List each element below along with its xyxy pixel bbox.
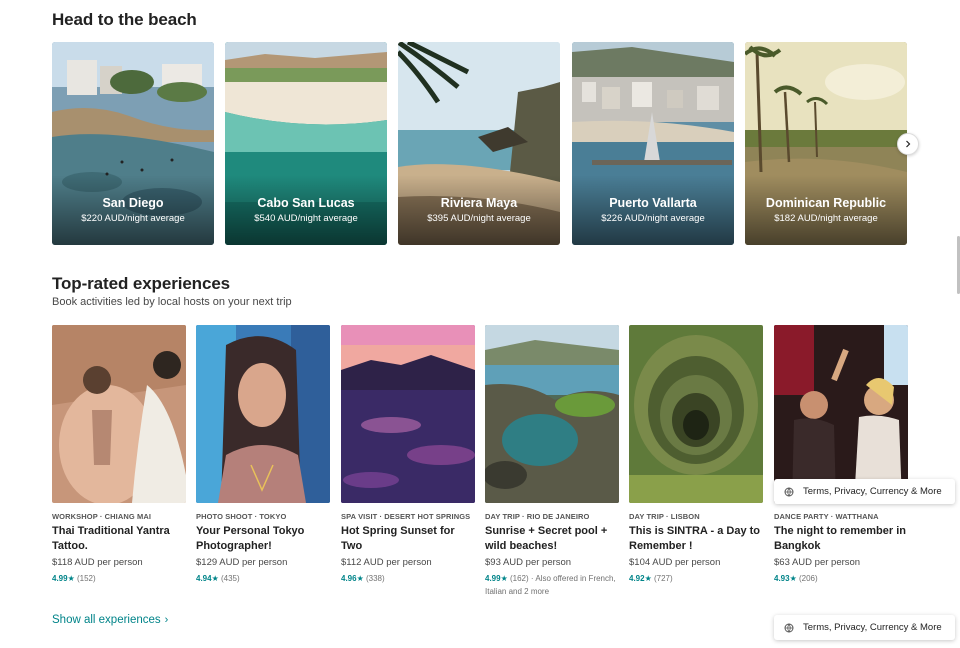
rating-count: (727) [653,574,673,583]
experience-photo [196,325,330,503]
experience-rating: 4.99★ (162) · Also offered in French, It… [485,572,619,598]
experience-card-hot-spring-sunset[interactable]: SPA VISIT · DESERT HOT SPRINGS Hot Sprin… [341,325,475,585]
rating-count: (162) [509,574,529,583]
beach-card-riviera-maya[interactable]: Riviera Maya $395 AUD/night average [398,42,560,245]
carousel-next-button[interactable] [897,133,919,155]
rating-score: 4.99 [485,574,501,583]
experience-category: DAY TRIP · RIO DE JANEIRO [485,512,590,521]
experiences-section-subtitle: Book activities led by local hosts on yo… [52,296,292,308]
experience-category: DANCE PARTY · WATTHANA [774,512,879,521]
beach-card-price: $395 AUD/night average [427,213,531,224]
experience-title: Sunrise + Secret pool + wild beaches! [485,525,608,552]
experience-photo [341,325,475,503]
rating-score: 4.92 [629,574,645,583]
beach-card-name: Cabo San Lucas [257,196,355,210]
show-all-label: Show all experiences [52,614,161,626]
rating-count: (152) [76,574,96,583]
beach-card-name: San Diego [102,196,164,210]
rating-score: 4.94 [196,574,212,583]
rating-score: 4.99 [52,574,68,583]
beach-card-name: Dominican Republic [765,196,887,210]
experience-photo [485,325,619,503]
experience-title: The night to remember in Bangkok [774,525,907,552]
beach-card-cabo-san-lucas[interactable]: Cabo San Lucas $540 AUD/night average [225,42,387,245]
chevron-right-icon [906,140,911,148]
experience-card-secret-pool[interactable]: DAY TRIP · RIO DE JANEIRO Sunrise + Secr… [485,325,619,598]
beach-card-price: $182 AUD/night average [774,213,878,224]
experience-price: $112 AUD per person [341,557,432,568]
globe-icon [784,487,794,496]
star-icon: ★ [356,574,364,583]
star-icon: ★ [789,574,797,583]
experience-category: PHOTO SHOOT · TOKYO [196,512,287,521]
star-icon: ★ [644,574,652,583]
footer-terms-button[interactable]: Terms, Privacy, Currency & More [774,479,955,504]
experience-price: $104 AUD per person [629,557,721,568]
chevron-right-icon: › [164,614,169,626]
experience-title: This is SINTRA - a Day to Remember ! [629,525,761,552]
star-icon: ★ [500,574,508,583]
experience-category: WORKSHOP · CHIANG MAI [52,512,152,521]
beach-card-puerto-vallarta[interactable]: Puerto Vallarta $226 AUD/night average [572,42,734,245]
experience-price: $93 AUD per person [485,557,572,568]
experience-rating: 4.96★ (338) [341,572,475,585]
footer-terms-label: Terms, Privacy, Currency & More [803,486,942,497]
beach-card-dominican-republic[interactable]: Dominican Republic $182 AUD/night averag… [745,42,907,245]
experience-card-sintra[interactable]: DAY TRIP · LISBON This is SINTRA - a Day… [629,325,763,585]
experience-price: $118 AUD per person [52,557,143,568]
experience-price: $129 AUD per person [196,557,288,568]
experience-photo [629,325,763,503]
experience-rating: 4.99★ (152) [52,572,186,585]
experience-photo [52,325,186,503]
star-icon: ★ [67,574,75,583]
experience-photo [774,325,908,503]
experience-title: Hot Spring Sunset for Two [341,525,455,552]
show-all-experiences-link[interactable]: Show all experiences › [52,614,168,626]
experience-rating: 4.94★ (435) [196,572,330,585]
experience-category: SPA VISIT · DESERT HOT SPRINGS [341,512,471,521]
rating-count: (338) [365,574,385,583]
footer-terms-label: Terms, Privacy, Currency & More [803,622,942,633]
experience-card-bangkok-night[interactable]: DANCE PARTY · WATTHANA The night to reme… [774,325,908,585]
star-icon: ★ [211,574,219,583]
experience-price: $63 AUD per person [774,557,861,568]
experience-card-tokyo-photographer[interactable]: PHOTO SHOOT · TOKYO Your Personal Tokyo … [196,325,330,585]
experience-rating: 4.93★ (206) [774,572,908,585]
footer-terms-button[interactable]: Terms, Privacy, Currency & More [774,615,955,640]
beach-card-price: $226 AUD/night average [601,213,705,224]
rating-score: 4.96 [341,574,357,583]
experience-card-yantra-tattoo[interactable]: WORKSHOP · CHIANG MAI Thai Traditional Y… [52,325,186,585]
experiences-section-title: Top-rated experiences [52,274,231,293]
beach-card-name: Riviera Maya [440,196,518,210]
beach-section-title: Head to the beach [52,10,197,29]
rating-count: (206) [798,574,818,583]
experience-title: Thai Traditional Yantra Tattoo. [52,525,170,552]
beach-card-san-diego[interactable]: San Diego $220 AUD/night average [52,42,214,245]
rating-score: 4.93 [774,574,790,583]
beach-card-name: Puerto Vallarta [609,196,697,210]
beach-card-price: $540 AUD/night average [254,213,358,224]
beach-card-price: $220 AUD/night average [81,213,185,224]
experience-category: DAY TRIP · LISBON [629,512,700,521]
experience-title: Your Personal Tokyo Photographer! [196,525,305,552]
experience-rating: 4.92★ (727) [629,572,763,585]
beach-carousel: San Diego $220 AUD/night average Cabo Sa… [52,42,908,245]
globe-icon [784,623,794,632]
rating-count: (435) [220,574,240,583]
